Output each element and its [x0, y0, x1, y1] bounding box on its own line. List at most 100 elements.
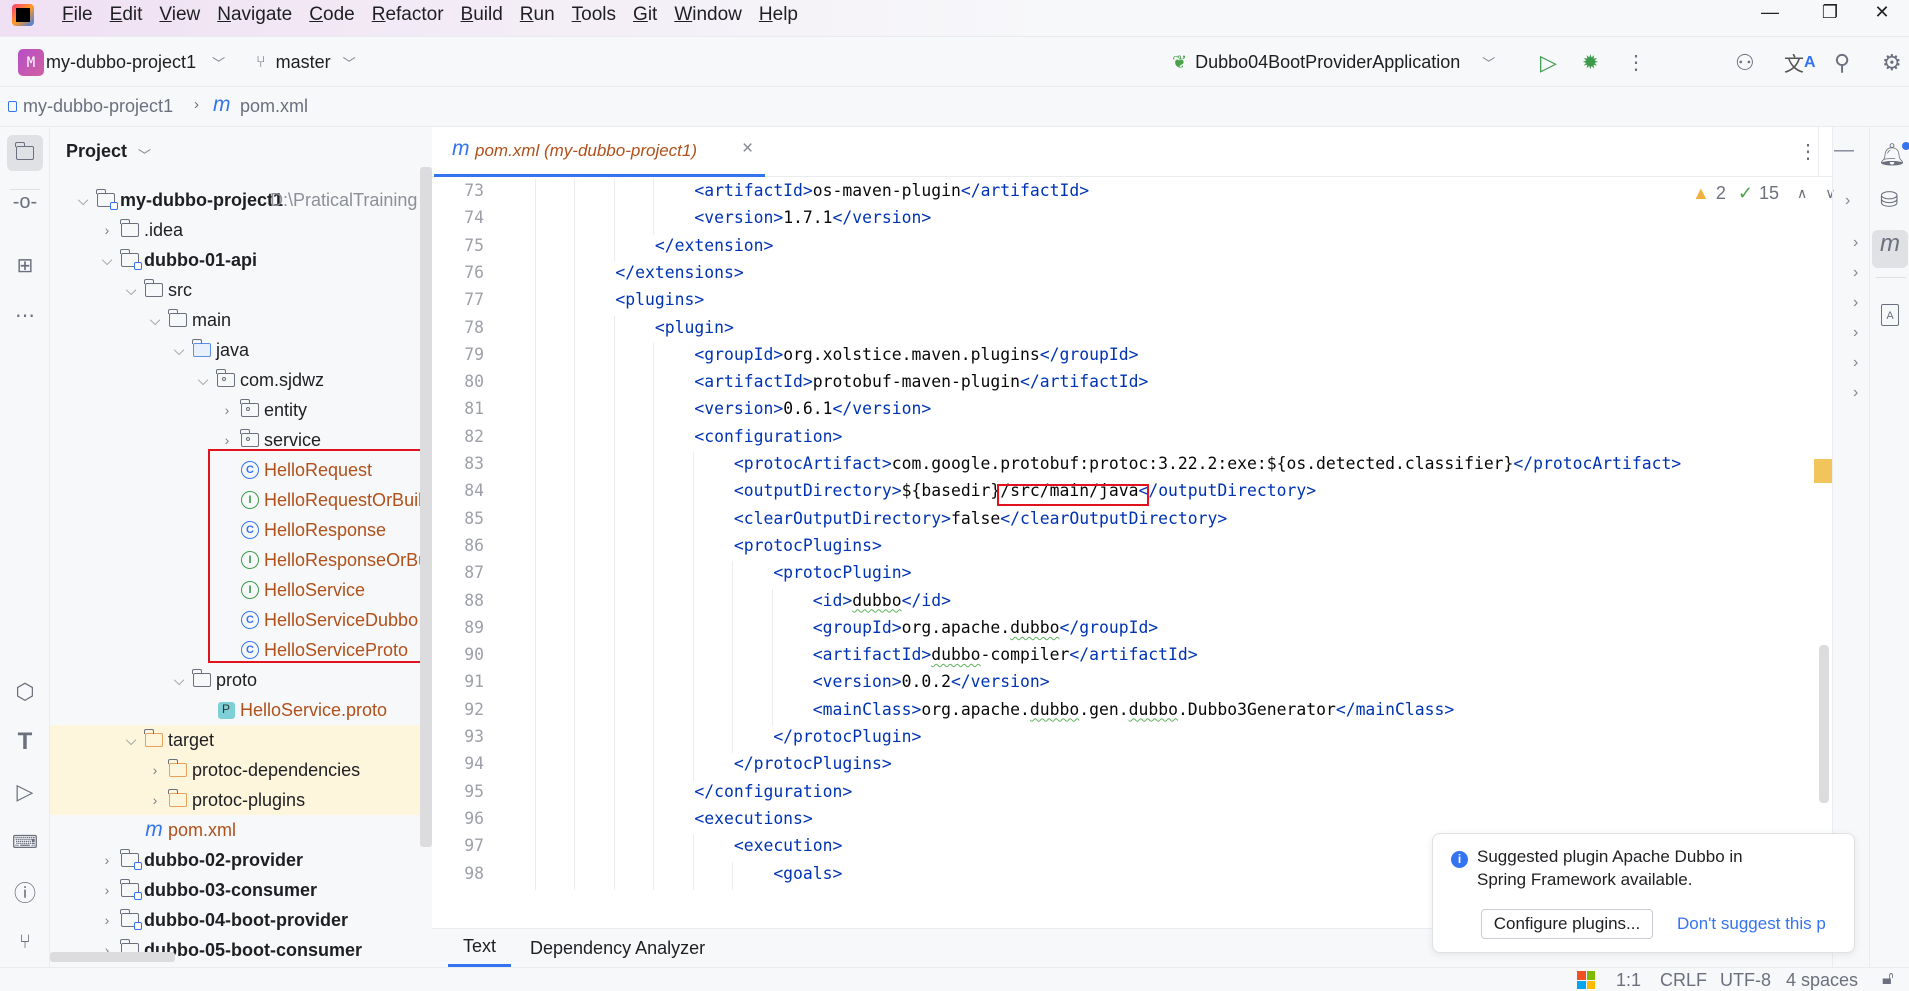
branch-selector[interactable]: ⑂ master ﹀: [256, 37, 356, 88]
translate-icon[interactable]: 文A: [1784, 37, 1816, 88]
code-line[interactable]: <clearOutputDirectory>false</clearOutput…: [497, 509, 1227, 528]
chevron-right-icon[interactable]: ›: [220, 402, 234, 418]
build-hammer-icon[interactable]: T: [7, 724, 43, 760]
tree-item[interactable]: ⌵ proto: [50, 665, 420, 695]
chevron-down-icon[interactable]: ⌵: [124, 282, 138, 299]
tree-item[interactable]: › dubbo-02-provider: [50, 845, 420, 875]
chevron-right-icon[interactable]: ›: [1853, 234, 1858, 252]
chevron-down-icon[interactable]: ⌵: [196, 372, 210, 389]
project-h-scrollbar[interactable]: [50, 952, 175, 962]
tree-item[interactable]: ⌵ java: [50, 335, 420, 365]
menu-run[interactable]: Run: [520, 4, 555, 26]
minimize-button[interactable]: —: [1750, 2, 1790, 23]
close-window-button[interactable]: ✕: [1862, 2, 1902, 23]
code-line[interactable]: </extensions>: [497, 263, 743, 282]
menu-refactor[interactable]: Refactor: [372, 4, 444, 26]
chevron-right-icon[interactable]: ›: [100, 852, 114, 868]
chevron-down-icon[interactable]: ⌵: [100, 252, 114, 269]
tree-item[interactable]: › entity: [50, 395, 420, 425]
menu-build[interactable]: Build: [461, 4, 503, 26]
run-tool-icon[interactable]: ▷: [7, 774, 43, 810]
add-user-icon[interactable]: ⚇: [1735, 37, 1755, 88]
breadcrumb-project[interactable]: my-dubbo-project1: [23, 96, 173, 117]
tree-item[interactable]: ⌵ main: [50, 305, 420, 335]
tree-item[interactable]: › .idea: [50, 215, 420, 245]
tab-dependency-analyzer[interactable]: Dependency Analyzer: [530, 929, 705, 967]
tree-item[interactable]: ⌵ com.sjdwz: [50, 365, 420, 395]
ai-assistant-book-icon[interactable]: A: [1881, 304, 1899, 326]
code-line[interactable]: <artifactId>os-maven-plugin</artifactId>: [497, 181, 1089, 200]
scrollbar-marker[interactable]: [1814, 459, 1832, 483]
tree-item[interactable]: › dubbo-03-consumer: [50, 875, 420, 905]
notifications-bell-icon[interactable]: 🔔︎: [1878, 142, 1909, 168]
chevron-right-icon[interactable]: ›: [220, 432, 234, 448]
code-line[interactable]: <artifactId>protobuf-maven-plugin</artif…: [497, 372, 1148, 391]
code-line[interactable]: <groupId>org.apache.dubbo</groupId>: [497, 618, 1158, 637]
debug-icon[interactable]: ✹: [1582, 37, 1599, 88]
chevron-down-icon[interactable]: ﹀: [138, 145, 151, 164]
code-line[interactable]: <protocPlugin>: [497, 563, 911, 582]
restore-button[interactable]: ❐: [1810, 2, 1850, 23]
lock-icon[interactable]: 🔓︎: [1882, 968, 1894, 989]
chevron-right-icon[interactable]: ›: [1853, 264, 1858, 282]
tree-item[interactable]: › dubbo-04-boot-provider: [50, 905, 420, 935]
configure-plugins-button[interactable]: Configure plugins...: [1481, 909, 1653, 939]
chevron-right-icon[interactable]: ›: [1845, 192, 1850, 210]
code-area[interactable]: 73 <artifactId>os-maven-plugin</artifact…: [432, 177, 1832, 897]
code-line[interactable]: <executions>: [497, 809, 812, 828]
chevron-right-icon[interactable]: ›: [100, 912, 114, 928]
code-line[interactable]: <version>0.6.1</version>: [497, 399, 931, 418]
tree-item[interactable]: P HelloService.proto: [50, 695, 420, 725]
project-tool-button[interactable]: [7, 135, 43, 171]
menu-file[interactable]: File: [62, 4, 93, 26]
editor-scrollbar[interactable]: [1819, 645, 1829, 803]
tree-item[interactable]: › protoc-dependencies: [50, 755, 432, 785]
tree-item[interactable]: ⌵ src: [50, 275, 420, 305]
code-line[interactable]: </protocPlugins>: [497, 754, 892, 773]
indent-setting[interactable]: 4 spaces: [1786, 970, 1858, 991]
database-icon[interactable]: ⛁: [1880, 187, 1898, 213]
settings-gear-icon[interactable]: ⚙: [1882, 37, 1902, 88]
code-line[interactable]: <mainClass>org.apache.dubbo.gen.dubbo.Du…: [497, 700, 1454, 719]
maven-tool-icon[interactable]: m: [1872, 230, 1908, 268]
inspection-widget[interactable]: ▲ 2 ✓ 15 ∧ ∨: [1692, 183, 1835, 204]
services-icon[interactable]: ⬡: [7, 674, 43, 710]
tree-item[interactable]: › protoc-plugins: [50, 785, 432, 815]
previous-highlight-icon[interactable]: ∧: [1797, 185, 1807, 202]
structure-icon[interactable]: ⊞: [7, 247, 43, 283]
code-line[interactable]: </configuration>: [497, 782, 852, 801]
project-panel-title[interactable]: Project: [66, 141, 127, 162]
chevron-down-icon[interactable]: ⌵: [148, 312, 162, 329]
chevron-down-icon[interactable]: ⌵: [76, 192, 90, 209]
menu-tools[interactable]: Tools: [572, 4, 616, 26]
tree-item[interactable]: ⌵ target: [50, 725, 432, 755]
intellij-logo[interactable]: [12, 4, 34, 26]
tab-pom-xml[interactable]: m pom.xml (my-dubbo-project1) ×: [434, 127, 765, 177]
tree-item[interactable]: m pom.xml: [50, 815, 420, 845]
code-line[interactable]: <protocArtifact>com.google.protobuf:prot…: [497, 454, 1681, 473]
menu-view[interactable]: View: [159, 4, 200, 26]
menu-help[interactable]: Help: [759, 4, 798, 26]
run-config-selector[interactable]: ❦ Dubbo04BootProviderApplication ﹀: [1172, 37, 1495, 88]
chevron-right-icon[interactable]: ›: [100, 222, 114, 238]
chevron-right-icon[interactable]: ›: [100, 882, 114, 898]
more-tools-icon[interactable]: ⋯: [7, 297, 43, 333]
chevron-right-icon[interactable]: ›: [1853, 384, 1858, 402]
problems-icon[interactable]: ⓘ: [7, 874, 43, 910]
breadcrumb-file[interactable]: pom.xml: [240, 96, 308, 117]
code-line[interactable]: <outputDirectory>${basedir}/src/main/jav…: [497, 481, 1316, 500]
code-line[interactable]: <id>dubbo</id>: [497, 591, 951, 610]
code-line[interactable]: <plugin>: [497, 318, 734, 337]
tree-item[interactable]: ⌵ dubbo-01-api: [50, 245, 420, 275]
chevron-right-icon[interactable]: ›: [148, 762, 162, 778]
chevron-right-icon[interactable]: ›: [148, 792, 162, 808]
tab-options-icon[interactable]: ⋮: [1798, 139, 1818, 164]
caret-position[interactable]: 1:1: [1616, 970, 1641, 991]
project-scrollbar[interactable]: [420, 167, 432, 847]
code-line[interactable]: <execution>: [497, 836, 843, 855]
close-tab-icon[interactable]: ×: [742, 138, 753, 160]
chevron-down-icon[interactable]: ⌵: [172, 342, 186, 359]
file-encoding[interactable]: UTF-8: [1720, 970, 1771, 991]
chevron-right-icon[interactable]: ›: [1853, 324, 1858, 342]
terminal-icon[interactable]: ⌨: [7, 824, 43, 860]
